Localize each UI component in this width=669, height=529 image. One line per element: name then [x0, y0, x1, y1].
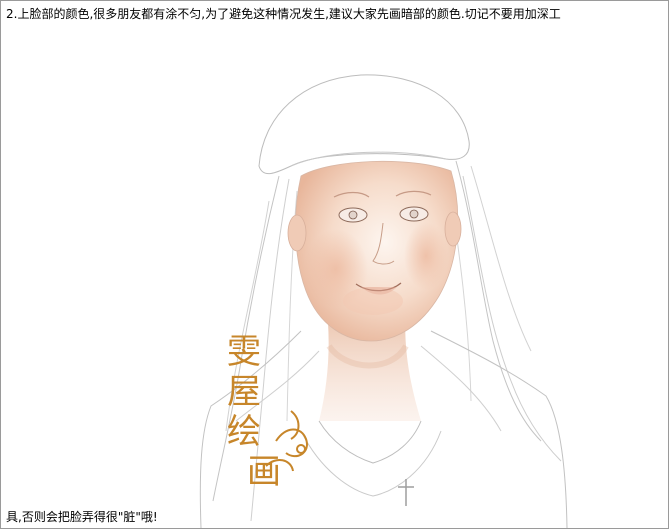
svg-text:屋: 屋 — [227, 372, 261, 412]
svg-text:画: 画 — [247, 452, 281, 492]
collar — [318, 420, 422, 464]
cross-pendant-icon — [398, 479, 414, 506]
svg-text:雯: 雯 — [227, 332, 261, 372]
cap-outline — [258, 74, 470, 175]
watermark-seal: 雯 屋 绘 画 — [227, 332, 308, 492]
instruction-text-bottom: 具,否则会把脸弄得很"脏"哦! — [6, 510, 158, 524]
portrait-sketch: 雯 屋 绘 画 — [199, 74, 568, 528]
svg-text:绘: 绘 — [227, 412, 261, 452]
page-frame: 2.上脸部的颜色,很多朋友都有涂不匀,为了避免这种情况发生,建议大家先画暗部的颜… — [0, 0, 669, 529]
